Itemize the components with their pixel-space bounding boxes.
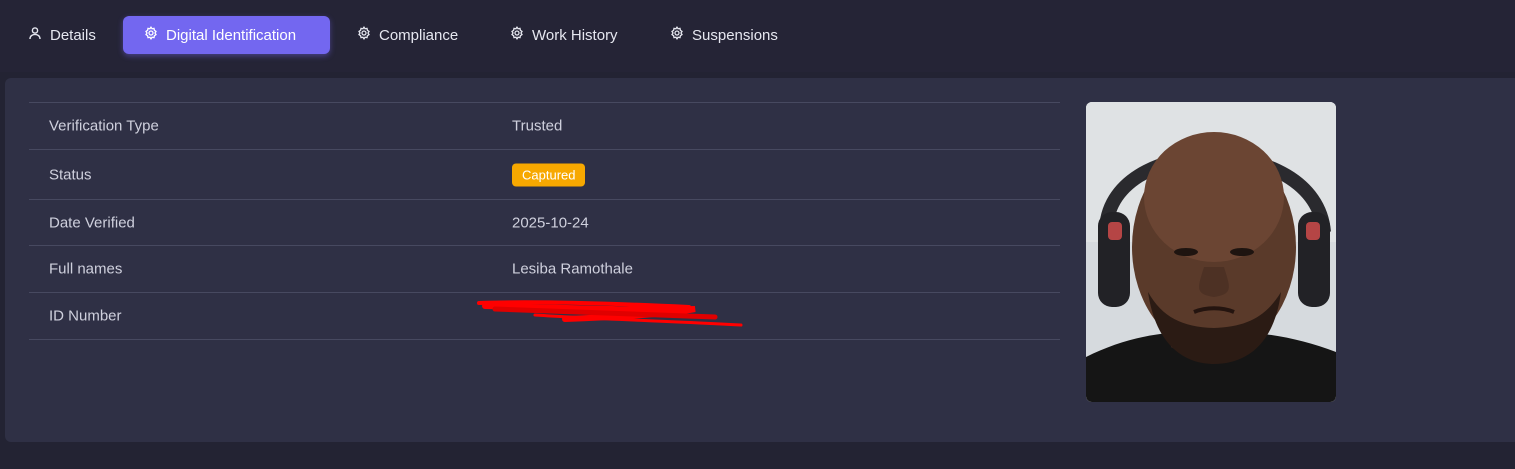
row-label: Status [49,166,92,183]
row-label: ID Number [49,307,122,325]
identity-photo [1086,102,1336,402]
row-label: Verification Type [49,117,159,135]
row-value: Lesiba Ramothale [512,260,633,278]
status-value: Captured [512,163,586,186]
tab-label: Suspensions [692,26,778,44]
row-value: 2025-10-24 [512,214,589,231]
row-value: Trusted [512,117,563,135]
table-row-date-verified: Date Verified 2025-10-24 [29,200,1060,246]
digital-identification-card: Verification Type Trusted Status Capture… [5,78,1515,442]
user-icon [28,26,42,44]
tab-label: Compliance [379,26,459,44]
tab-label: Work History [532,26,618,44]
tab-bar: Details Digital Identification Complianc… [0,0,1515,72]
tab-label: Digital Identification [166,26,297,44]
tab-work-history[interactable]: Work History [510,16,618,54]
row-label: Full names [49,260,123,278]
gear-icon [357,26,371,44]
tab-compliance[interactable]: Compliance [357,16,458,54]
tab-suspensions[interactable]: Suspensions [670,16,778,54]
tab-label: Details [50,26,96,44]
table-row-verification-type: Verification Type Trusted [29,103,1060,150]
gear-icon [144,26,158,44]
table-row-id-number: ID Number [29,293,1060,340]
row-label: Date Verified [49,214,135,231]
tab-digital-identification[interactable]: Digital Identification [123,16,330,54]
tab-details[interactable]: Details [28,16,96,54]
table-row-full-names: Full names Lesiba Ramothale [29,246,1060,293]
status-badge: Captured [512,163,586,186]
gear-icon [510,26,524,44]
table-row-status: Status Captured [29,150,1060,200]
details-table: Verification Type Trusted Status Capture… [29,102,1060,340]
redaction-scribble [477,300,743,327]
gear-icon [670,26,684,44]
